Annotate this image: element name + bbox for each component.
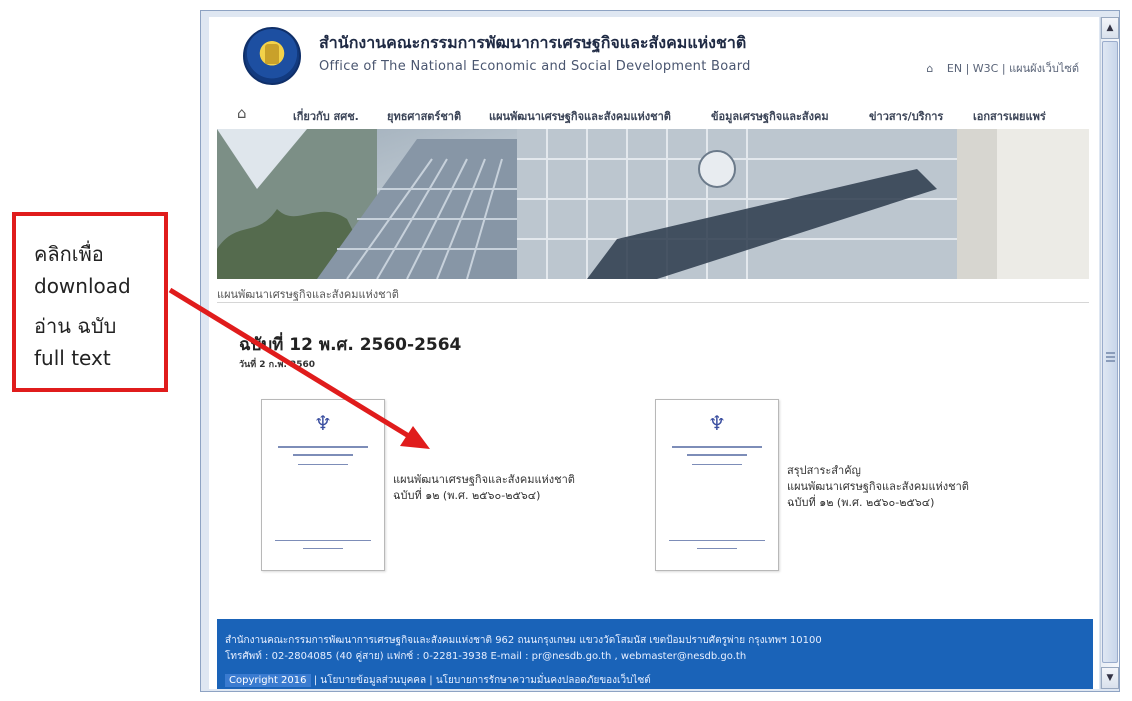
footer-contact: โทรศัพท์ : 02-2804085 (40 คู่สาย) แฟกซ์ … bbox=[225, 651, 747, 662]
cover-line bbox=[293, 454, 353, 456]
page-title: ฉบับที่ 12 พ.ศ. 2560-2564 bbox=[239, 335, 462, 355]
lang-en-link[interactable]: EN bbox=[947, 62, 962, 75]
nav-item-news[interactable]: ข่าวสาร/บริการ bbox=[869, 107, 943, 125]
document-link-full[interactable]: แผนพัฒนาเศรษฐกิจและสังคมแห่งชาติ ฉบับที่… bbox=[393, 472, 575, 504]
annotation-line: full text bbox=[34, 346, 111, 370]
chevron-down-icon[interactable]: ▼ bbox=[1101, 667, 1119, 689]
org-name-thai: สำนักงานคณะกรรมการพัฒนาการเศรษฐกิจและสัง… bbox=[319, 33, 747, 52]
annotation-line: คลิกเพื่อ bbox=[34, 242, 104, 266]
cover-line bbox=[669, 540, 765, 541]
garuda-emblem-icon: ♆ bbox=[708, 411, 726, 435]
annotation-line: อ่าน ฉบับ bbox=[34, 314, 117, 338]
footer-address: สำนักงานคณะกรรมการพัฒนาการเศรษฐกิจและสัง… bbox=[225, 635, 822, 646]
garuda-emblem-icon: ♆ bbox=[314, 411, 332, 435]
nav-item-strategy[interactable]: ยุทธศาสตร์ชาติ bbox=[387, 107, 461, 125]
divider bbox=[217, 302, 1089, 303]
browser-window: สำนักงานคณะกรรมการพัฒนาการเศรษฐกิจและสัง… bbox=[200, 10, 1120, 692]
annotation-callout: คลิกเพื่อ download อ่าน ฉบับ full text bbox=[12, 212, 168, 392]
nav-item-plan[interactable]: แผนพัฒนาเศรษฐกิจและสังคมแห่งชาติ bbox=[489, 107, 671, 125]
cover-line bbox=[692, 464, 742, 465]
banner-building-image bbox=[217, 129, 1089, 279]
document-title-line: ฉบับที่ ๑๒ (พ.ศ. ๒๕๖๐-๒๕๖๔) bbox=[787, 496, 935, 509]
w3c-link[interactable]: W3C bbox=[973, 62, 999, 75]
home-icon[interactable]: ⌂ bbox=[237, 104, 247, 122]
cover-line bbox=[687, 454, 747, 456]
cover-line bbox=[303, 548, 343, 549]
annotation-line: download bbox=[34, 274, 131, 298]
footer-links: Copyright 2016 | นโยบายข้อมูลส่วนบุคคล |… bbox=[225, 673, 651, 688]
footer-copyright: Copyright 2016 bbox=[225, 674, 311, 687]
org-name-english: Office of The National Economic and Soci… bbox=[319, 59, 751, 74]
sitemap-link[interactable]: แผนผังเว็บไซต์ bbox=[1009, 62, 1079, 75]
nav-item-data[interactable]: ข้อมูลเศรษฐกิจและสังคม bbox=[711, 107, 829, 125]
cover-line bbox=[298, 464, 348, 465]
footer-policy-links[interactable]: | นโยบายข้อมูลส่วนบุคคล | นโยบายการรักษา… bbox=[314, 675, 651, 686]
cover-line bbox=[278, 446, 368, 448]
page-footer: สำนักงานคณะกรรมการพัฒนาการเศรษฐกิจและสัง… bbox=[217, 619, 1093, 689]
document-cover-full[interactable]: ♆ bbox=[261, 399, 385, 571]
top-links: ⌂ EN | W3C | แผนผังเว็บไซต์ bbox=[926, 62, 1079, 75]
org-logo[interactable] bbox=[243, 27, 301, 85]
document-title-line: แผนพัฒนาเศรษฐกิจและสังคมแห่งชาติ bbox=[393, 473, 575, 486]
nav-item-about[interactable]: เกี่ยวกับ สศช. bbox=[293, 107, 359, 125]
document-cover-summary[interactable]: ♆ bbox=[655, 399, 779, 571]
page-viewport: สำนักงานคณะกรรมการพัฒนาการเศรษฐกิจและสัง… bbox=[209, 17, 1099, 689]
document-link-summary[interactable]: สรุปสาระสำคัญ แผนพัฒนาเศรษฐกิจและสังคมแห… bbox=[787, 463, 969, 511]
document-title-line: แผนพัฒนาเศรษฐกิจและสังคมแห่งชาติ bbox=[787, 480, 969, 493]
cover-line bbox=[697, 548, 737, 549]
cover-line bbox=[672, 446, 762, 448]
document-title-line: สรุปสาระสำคัญ bbox=[787, 464, 861, 477]
home-icon[interactable]: ⌂ bbox=[926, 62, 933, 75]
document-title-line: ฉบับที่ ๑๒ (พ.ศ. ๒๕๖๐-๒๕๖๔) bbox=[393, 489, 541, 502]
nav-item-publications[interactable]: เอกสารเผยแพร่ bbox=[973, 107, 1046, 125]
main-nav: ⌂ เกี่ยวกับ สศช. ยุทธศาสตร์ชาติ แผนพัฒนา… bbox=[227, 103, 1067, 125]
publish-date: วันที่ 2 ก.พ. 2560 bbox=[239, 360, 316, 370]
cover-line bbox=[275, 540, 371, 541]
scrollbar-thumb[interactable] bbox=[1102, 41, 1118, 663]
chevron-up-icon[interactable]: ▲ bbox=[1101, 17, 1119, 39]
breadcrumb[interactable]: แผนพัฒนาเศรษฐกิจและสังคมแห่งชาติ bbox=[217, 285, 399, 303]
vertical-scrollbar[interactable]: ▲ ▼ bbox=[1100, 17, 1119, 689]
header-banner bbox=[217, 129, 1089, 279]
